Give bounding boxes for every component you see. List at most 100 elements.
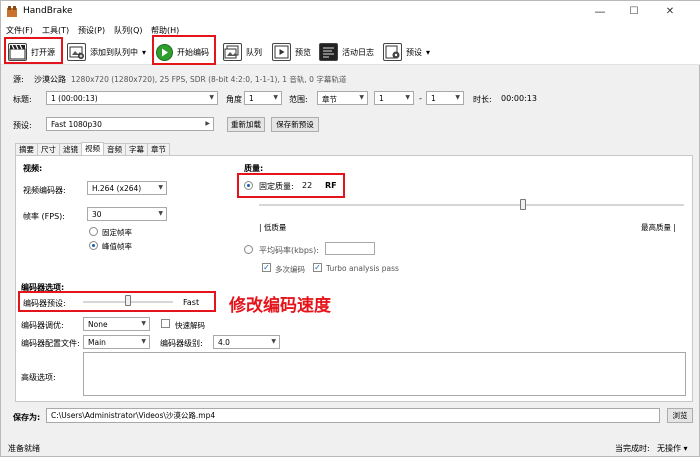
preview-button[interactable]: 预览 bbox=[272, 41, 311, 63]
angle-select[interactable]: 1 ▼ bbox=[244, 91, 282, 105]
avg-bitrate-label: 平均码率(kbps): bbox=[259, 246, 319, 255]
chevron-down-icon: ▼ bbox=[405, 94, 410, 101]
source-info: 1280x720 (1280x720), 25 FPS, SDR (8-bit … bbox=[71, 75, 347, 84]
range-end-select[interactable]: 1 ▼ bbox=[426, 91, 464, 105]
add-queue-icon bbox=[67, 43, 86, 61]
reload-preset-button[interactable]: 重新加载 bbox=[227, 117, 265, 132]
high-quality-label: 最高质量 | bbox=[641, 223, 676, 232]
presets-button[interactable]: 预设 ▾ bbox=[383, 41, 430, 63]
browse-button[interactable]: 浏览 bbox=[667, 408, 693, 423]
highlight-start-encode bbox=[152, 35, 216, 65]
encoder-tune-select[interactable]: None ▼ bbox=[83, 317, 150, 331]
chevron-down-icon: ▼ bbox=[141, 338, 146, 345]
range-start-value: 1 bbox=[379, 94, 384, 103]
range-label: 范围: bbox=[289, 95, 308, 104]
low-quality-label: | 低质量 bbox=[259, 223, 287, 232]
source-label: 源: bbox=[13, 75, 24, 84]
handbrake-window: HandBrake — ☐ ✕ 文件(F) 工具(T) 预设(P) 队列(Q) … bbox=[0, 0, 700, 457]
quality-slider-track[interactable] bbox=[259, 204, 684, 206]
constant-framerate-radio[interactable] bbox=[89, 227, 98, 236]
encoder-tune-label: 编码器调优: bbox=[21, 321, 64, 330]
preset-label: 预设: bbox=[13, 121, 32, 130]
turbo-checkbox[interactable]: ✓ bbox=[313, 263, 322, 272]
highlight-open-source bbox=[4, 37, 63, 64]
close-button[interactable]: ✕ bbox=[653, 1, 687, 23]
source-name: 沙漠公路 bbox=[34, 75, 66, 84]
title-bar: HandBrake — ☐ ✕ bbox=[1, 1, 700, 23]
encoder-tune-value: None bbox=[88, 320, 108, 329]
save-as-label: 保存为: bbox=[13, 413, 41, 422]
chevron-down-icon[interactable]: ▾ bbox=[142, 48, 146, 57]
menu-bar: 文件(F) 工具(T) 预设(P) 队列(Q) 帮助(H) bbox=[1, 23, 700, 38]
encoder-profile-label: 编码器配置文件: bbox=[21, 339, 80, 348]
multipass-checkbox[interactable]: ✓ bbox=[262, 263, 271, 272]
video-encoder-select[interactable]: H.264 (x264) ▼ bbox=[87, 181, 167, 195]
queue-label: 队列 bbox=[246, 47, 262, 57]
avg-bitrate-radio[interactable] bbox=[244, 245, 253, 254]
advanced-options-textarea[interactable] bbox=[83, 352, 686, 396]
when-done-select[interactable]: 无操作 ▾ bbox=[657, 443, 688, 454]
fps-label: 帧率 (FPS): bbox=[23, 212, 65, 221]
duration-label: 时长: bbox=[473, 95, 492, 104]
menu-file[interactable]: 文件(F) bbox=[6, 25, 33, 36]
quality-slider-thumb[interactable] bbox=[519, 199, 526, 210]
presets-icon bbox=[383, 43, 402, 61]
chevron-down-icon: ▼ bbox=[271, 338, 276, 345]
preset-select[interactable]: Fast 1080p30 ▶ bbox=[46, 117, 214, 131]
range-start-select[interactable]: 1 ▼ bbox=[374, 91, 414, 105]
terminal-icon bbox=[319, 43, 338, 61]
tab-video[interactable]: 视频 bbox=[81, 142, 104, 156]
video-encoder-value: H.264 (x264) bbox=[92, 184, 142, 193]
range-type-value: 章节 bbox=[322, 95, 337, 104]
encoder-level-label: 编码器级别: bbox=[160, 339, 203, 348]
title-label: 标题: bbox=[13, 95, 32, 104]
minimize-button[interactable]: — bbox=[583, 1, 617, 23]
chevron-down-icon: ▼ bbox=[209, 94, 214, 101]
preset-select-value: Fast 1080p30 bbox=[51, 120, 102, 129]
add-to-queue-button[interactable]: 添加到队列中 ▾ bbox=[67, 41, 146, 63]
add-to-queue-label: 添加到队列中 bbox=[90, 47, 138, 57]
fps-select[interactable]: 30 ▼ bbox=[87, 207, 167, 221]
chevron-down-icon: ▼ bbox=[158, 210, 163, 217]
video-encoder-label: 视频编码器: bbox=[23, 186, 66, 195]
highlight-constant-quality bbox=[237, 173, 345, 198]
title-select-value: 1 (00:00:13) bbox=[51, 94, 98, 103]
chevron-down-icon[interactable]: ▾ bbox=[426, 48, 430, 57]
chevron-down-icon: ▼ bbox=[359, 94, 364, 101]
avg-bitrate-input[interactable] bbox=[325, 242, 375, 255]
range-type-select[interactable]: 章节 ▼ bbox=[317, 91, 368, 105]
save-path-input[interactable]: C:\Users\Administrator\Videos\沙漠公路.mp4 bbox=[46, 408, 660, 423]
status-text: 准备就绪 bbox=[8, 444, 40, 453]
toolbar: 打开源 添加到队列中 ▾ 开始编码 队列 预览 活动日志 预设 ▾ bbox=[1, 38, 700, 65]
menu-presets[interactable]: 预设(P) bbox=[78, 25, 105, 36]
chevron-right-icon: ▶ bbox=[205, 120, 210, 127]
activity-log-button[interactable]: 活动日志 bbox=[319, 41, 374, 63]
range-separator: - bbox=[419, 94, 422, 103]
encoder-level-value: 4.0 bbox=[218, 338, 230, 347]
angle-select-value: 1 bbox=[249, 94, 254, 103]
status-bar: 准备就绪 当完成时: 无操作 ▾ bbox=[1, 440, 700, 457]
menu-tools[interactable]: 工具(T) bbox=[42, 25, 69, 36]
chevron-down-icon: ▼ bbox=[273, 94, 278, 101]
queue-button[interactable]: 队列 bbox=[223, 41, 262, 63]
peak-framerate-label: 峰值帧率 bbox=[102, 242, 132, 251]
presets-label: 预设 bbox=[406, 47, 422, 57]
encoder-profile-select[interactable]: Main ▼ bbox=[83, 335, 150, 349]
window-title: HandBrake bbox=[23, 6, 73, 16]
queue-icon bbox=[223, 43, 242, 61]
multipass-label: 多次编码 bbox=[275, 265, 305, 274]
preview-label: 预览 bbox=[295, 47, 311, 57]
when-done-label: 当完成时: bbox=[615, 444, 650, 453]
chevron-down-icon: ▼ bbox=[141, 320, 146, 327]
menu-queue[interactable]: 队列(Q) bbox=[114, 25, 143, 36]
preview-icon bbox=[272, 43, 291, 61]
chevron-down-icon: ▼ bbox=[158, 184, 163, 191]
angle-label: 角度 bbox=[226, 95, 242, 104]
encoder-level-select[interactable]: 4.0 ▼ bbox=[213, 335, 280, 349]
save-new-preset-button[interactable]: 保存新预设 bbox=[271, 117, 319, 132]
peak-framerate-radio[interactable] bbox=[89, 241, 98, 250]
chevron-down-icon: ▼ bbox=[455, 94, 460, 101]
title-select[interactable]: 1 (00:00:13) ▼ bbox=[46, 91, 218, 105]
fast-decode-checkbox[interactable] bbox=[161, 319, 170, 328]
maximize-button[interactable]: ☐ bbox=[617, 1, 651, 23]
